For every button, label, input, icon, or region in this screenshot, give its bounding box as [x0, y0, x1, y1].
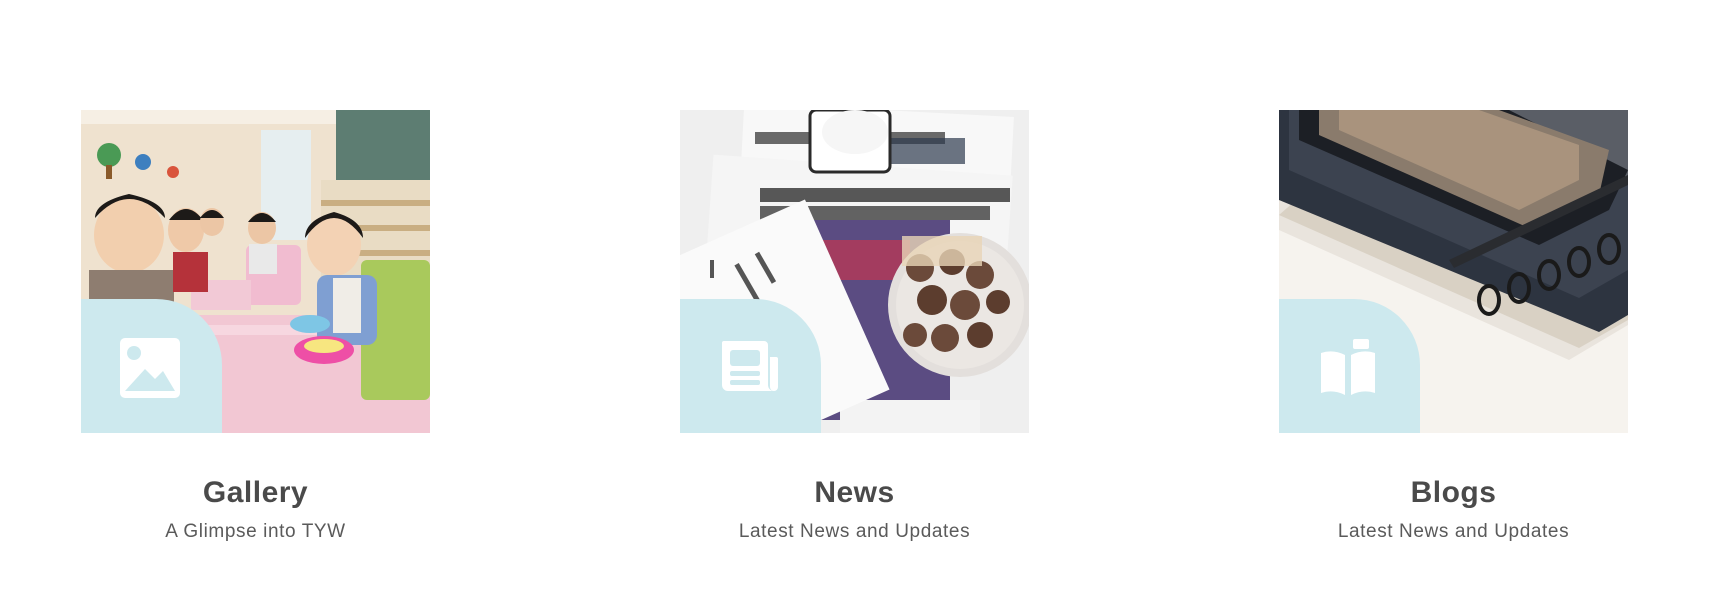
news-photo[interactable] — [680, 110, 1029, 433]
feature-cards: Gallery A Glimpse into TYW News Latest N… — [0, 0, 1709, 612]
image-icon — [120, 338, 180, 398]
blogs-card[interactable]: Blogs Latest News and Updates — [1279, 110, 1628, 544]
blogs-title[interactable]: Blogs — [1279, 475, 1628, 511]
news-card[interactable]: News Latest News and Updates — [680, 110, 1029, 544]
blogs-photo[interactable] — [1279, 110, 1628, 433]
newspaper-icon — [722, 341, 778, 391]
blogs-icon-badge — [1279, 299, 1420, 433]
book-icon — [1321, 339, 1375, 395]
gallery-title[interactable]: Gallery — [81, 475, 430, 511]
gallery-subtitle: A Glimpse into TYW — [165, 521, 346, 542]
news-subtitle: Latest News and Updates — [738, 521, 971, 542]
news-title[interactable]: News — [680, 475, 1029, 511]
gallery-icon-badge — [81, 299, 222, 433]
gallery-card[interactable]: Gallery A Glimpse into TYW — [81, 110, 430, 544]
blogs-subtitle: Latest News and Updates — [1337, 521, 1570, 542]
gallery-photo[interactable] — [81, 110, 430, 433]
news-icon-badge — [680, 299, 821, 433]
